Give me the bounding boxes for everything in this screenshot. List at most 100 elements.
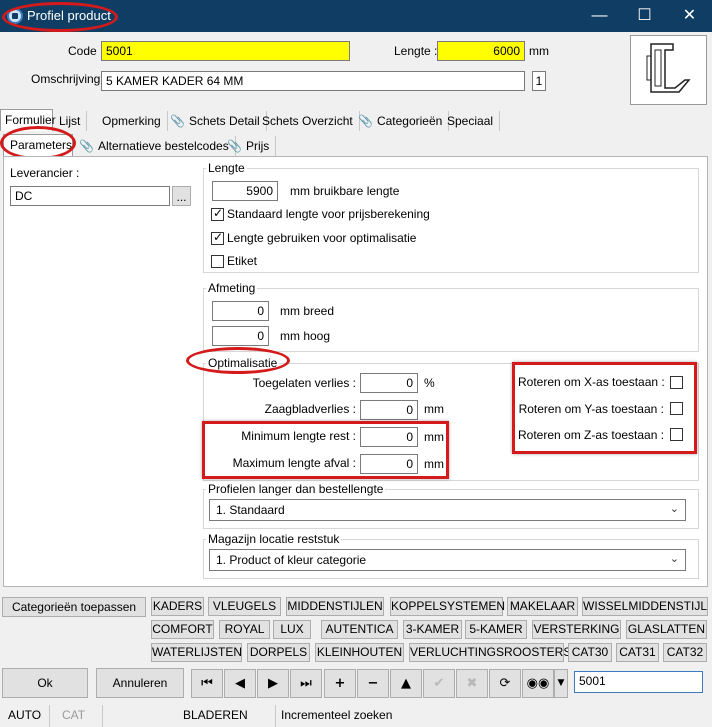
- standaard-lengte-checkbox[interactable]: [211, 206, 224, 221]
- status-mode: BLADEREN: [103, 705, 276, 727]
- magazijn-group-title: Magazijn locatie reststuk: [206, 532, 342, 546]
- profielen-select[interactable]: 1. Standaard ⌄: [209, 499, 686, 521]
- etiket-label: Etiket: [227, 254, 258, 268]
- tab-formulier[interactable]: Formulier: [0, 109, 56, 131]
- category-button[interactable]: VERLUCHTINGSROOSTERS: [409, 643, 571, 662]
- code-input[interactable]: 5001: [101, 41, 350, 61]
- chevron-down-icon: ⌄: [669, 502, 679, 515]
- leverancier-input[interactable]: DC: [10, 186, 170, 206]
- breed-input[interactable]: 0: [212, 301, 269, 321]
- omschrijving-input[interactable]: 5 KAMER KADER 64 MM: [101, 71, 525, 91]
- edit-record-icon[interactable]: ▲: [390, 669, 422, 698]
- lengte-group-title: Lengte: [206, 161, 247, 175]
- tab-schets-overzicht[interactable]: Schets Overzicht: [256, 111, 360, 131]
- rot-z-label: Roteren om Z-as toestaan :: [518, 428, 665, 442]
- categorieen-toepassen-button[interactable]: Categorieën toepassen: [2, 597, 146, 617]
- profielen-group-title: Profielen langer dan bestellengte: [206, 482, 386, 496]
- category-button[interactable]: LUX: [273, 620, 311, 639]
- tab-alternatieve-bestelcodes[interactable]: 📎 Alternatieve bestelcodes: [73, 136, 236, 156]
- tab-speciaal[interactable]: Speciaal: [441, 111, 501, 131]
- magazijn-select[interactable]: 1. Product of kleur categorie ⌄: [209, 549, 686, 571]
- rot-x-checkbox[interactable]: [670, 376, 683, 389]
- maximize-icon[interactable]: ☐: [622, 0, 667, 32]
- window-title: Profiel product: [27, 8, 111, 23]
- bruikbare-lengte-input[interactable]: 5900: [212, 181, 278, 201]
- category-button[interactable]: AUTENTICA: [321, 620, 398, 639]
- category-button[interactable]: 3-KAMER: [403, 620, 462, 639]
- minrest-unit: mm: [424, 430, 444, 444]
- minrest-input[interactable]: 0: [360, 427, 418, 447]
- delete-record-icon[interactable]: −: [357, 669, 389, 698]
- chevron-down-icon: ⌄: [669, 552, 679, 565]
- omschrijving-label: Omschrijving :: [31, 72, 108, 86]
- paperclip-icon: 📎: [227, 139, 242, 153]
- category-button[interactable]: CAT32: [663, 643, 707, 662]
- minrest-label: Minimum lengte rest :: [241, 429, 356, 443]
- verlies-label: Toegelaten verlies :: [252, 376, 356, 390]
- maxafval-label: Maximum lengte afval :: [232, 456, 356, 470]
- tab-schets-detail[interactable]: 📎 Schets Detail: [164, 111, 267, 131]
- hoog-unit: mm hoog: [280, 329, 331, 343]
- zaagblad-label: Zaagbladverlies :: [264, 402, 356, 416]
- category-button[interactable]: VERSTERKING: [532, 620, 621, 639]
- lengte-input[interactable]: 6000: [437, 41, 525, 61]
- confirm-icon[interactable]: ✔: [423, 669, 455, 698]
- rot-z-checkbox[interactable]: [670, 428, 683, 441]
- paperclip-icon: 📎: [79, 139, 94, 153]
- search-dropdown-chevron-icon[interactable]: ▼: [554, 669, 568, 698]
- category-button[interactable]: COMFORT: [151, 620, 214, 639]
- first-record-icon[interactable]: ⏮: [191, 669, 223, 698]
- leverancier-label: Leverancier :: [10, 166, 80, 180]
- rot-y-label: Roteren om Y-as toestaan :: [518, 402, 664, 416]
- leverancier-browse-button[interactable]: ...: [172, 186, 191, 206]
- tab-parameters[interactable]: Parameters: [3, 134, 73, 156]
- category-button[interactable]: DORPELS: [247, 643, 310, 662]
- binoculars-icon[interactable]: ◉◉: [522, 669, 554, 698]
- category-button[interactable]: CAT30: [568, 643, 612, 662]
- etiket-checkbox[interactable]: [211, 255, 224, 268]
- main-tabs: Formulier Lijst Opmerking 📎 Schets Detail…: [0, 109, 712, 131]
- rot-x-label: Roteren om X-as toestaan :: [518, 375, 665, 389]
- previous-record-icon[interactable]: ◀: [224, 669, 256, 698]
- category-button[interactable]: VLEUGELS: [208, 597, 281, 616]
- standaard-lengte-label: Standaard lengte voor prijsberekening: [227, 207, 430, 221]
- paperclip-icon: 📎: [170, 114, 185, 128]
- tab-lijst[interactable]: Lijst: [53, 111, 88, 131]
- ok-button[interactable]: Ok: [2, 668, 88, 698]
- app-icon: [7, 8, 23, 24]
- zaagblad-unit: mm: [424, 402, 444, 416]
- next-record-icon[interactable]: ▶: [257, 669, 289, 698]
- close-icon[interactable]: ✕: [667, 0, 712, 32]
- add-record-icon[interactable]: +: [324, 669, 356, 698]
- tab-categorieen[interactable]: 📎 Categorieën: [352, 111, 450, 131]
- breed-unit: mm breed: [280, 304, 335, 318]
- category-button[interactable]: KLEINHOUTEN: [315, 643, 404, 662]
- category-button[interactable]: 5-KAMER: [465, 620, 527, 639]
- afmeting-group-title: Afmeting: [206, 281, 258, 295]
- category-button[interactable]: WATERLIJSTEN: [151, 643, 242, 662]
- minimize-icon[interactable]: —: [577, 0, 622, 32]
- status-cat: CAT: [50, 705, 103, 727]
- search-input[interactable]: 5001: [574, 671, 703, 693]
- tab-prijs[interactable]: 📎 Prijs: [221, 136, 277, 156]
- refresh-icon[interactable]: ⟳: [489, 669, 521, 698]
- category-button[interactable]: WISSELMIDDENSTIJL: [582, 597, 708, 616]
- category-button[interactable]: MAKELAAR: [507, 597, 578, 616]
- category-button[interactable]: CAT31: [616, 643, 659, 662]
- category-button[interactable]: MIDDENSTIJLEN: [286, 597, 384, 616]
- category-button[interactable]: GLASLATTEN: [626, 620, 707, 639]
- zaagblad-input[interactable]: 0: [360, 400, 418, 420]
- verlies-input[interactable]: 0: [360, 373, 418, 393]
- rot-y-checkbox[interactable]: [670, 402, 683, 415]
- category-button[interactable]: KOPPELSYSTEMEN: [390, 597, 505, 616]
- hoog-input[interactable]: 0: [212, 326, 269, 346]
- verlies-unit: %: [424, 376, 435, 390]
- category-button[interactable]: KADERS: [151, 597, 204, 616]
- category-button[interactable]: ROYAL: [219, 620, 270, 639]
- optimalisatie-lengte-checkbox[interactable]: [211, 230, 224, 245]
- cancel-icon[interactable]: ✖: [456, 669, 488, 698]
- maxafval-input[interactable]: 0: [360, 454, 418, 474]
- annuleren-button[interactable]: Annuleren: [96, 668, 184, 698]
- tab-opmerking[interactable]: Opmerking: [96, 111, 168, 131]
- last-record-icon[interactable]: ⏭: [290, 669, 322, 698]
